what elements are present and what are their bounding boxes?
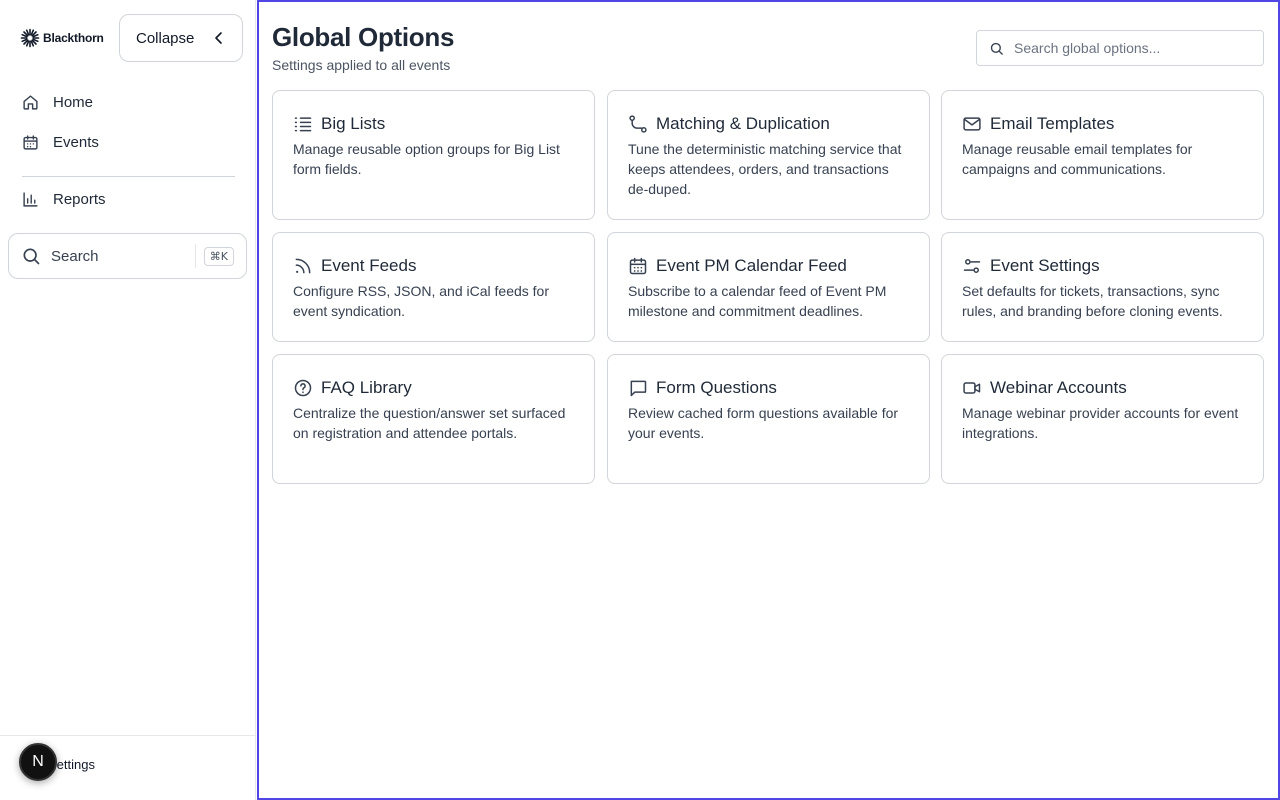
sidebar-search[interactable]: Search ⌘K xyxy=(8,233,247,279)
option-card-event-settings[interactable]: Event Settings Set defaults for tickets,… xyxy=(941,232,1264,342)
nav-item-reports[interactable]: Reports xyxy=(22,187,106,211)
option-card-form-questions[interactable]: Form Questions Review cached form questi… xyxy=(607,354,930,484)
brand-name: Blackthorn xyxy=(43,31,104,45)
option-card-webinar-accounts[interactable]: Webinar Accounts Manage webinar provider… xyxy=(941,354,1264,484)
page-title: Global Options xyxy=(272,22,455,52)
help-circle-icon xyxy=(294,379,312,397)
card-description: Configure RSS, JSON, and iCal feeds for … xyxy=(293,283,550,319)
card-description: Manage webinar provider accounts for eve… xyxy=(962,405,1239,441)
page-subtitle: Settings applied to all events xyxy=(272,57,451,73)
global-options-search[interactable] xyxy=(976,30,1264,66)
collapse-label: Collapse xyxy=(136,29,195,47)
search-shortcut-badge: ⌘K xyxy=(203,246,234,266)
search-icon xyxy=(990,42,1003,55)
route-icon xyxy=(629,115,647,133)
option-card-email-templates[interactable]: Email Templates Manage reusable email te… xyxy=(941,90,1264,220)
card-description: Manage reusable option groups for Big Li… xyxy=(293,141,560,177)
message-square-icon xyxy=(630,380,647,397)
list-icon xyxy=(294,117,312,132)
option-card-faq-library[interactable]: FAQ Library Centralize the question/answ… xyxy=(272,354,595,484)
card-title: Big Lists xyxy=(321,114,386,133)
calendar-grid-icon xyxy=(629,257,647,275)
card-title: Email Templates xyxy=(990,114,1115,133)
video-icon xyxy=(963,382,981,394)
sidebar-bottom-divider xyxy=(0,735,256,736)
mail-icon xyxy=(963,117,981,131)
card-title: FAQ Library xyxy=(321,378,412,397)
chevron-left-icon xyxy=(215,32,222,44)
blackthorn-logo-icon xyxy=(20,28,40,48)
sidebar: Blackthorn Collapse Home Events Reports … xyxy=(0,0,256,800)
nav-label-reports: Reports xyxy=(53,190,106,208)
card-description: Subscribe to a calendar feed of Event PM… xyxy=(628,283,887,319)
card-title: Event PM Calendar Feed xyxy=(656,256,847,275)
nav-label-events: Events xyxy=(53,133,99,151)
brand-logo[interactable]: Blackthorn xyxy=(20,28,104,48)
option-card-event-pm-calendar-feed[interactable]: Event PM Calendar Feed Subscribe to a ca… xyxy=(607,232,930,342)
card-title: Form Questions xyxy=(656,378,777,397)
sliders-icon xyxy=(963,259,981,273)
sidebar-search-placeholder: Search xyxy=(51,244,196,268)
card-title: Webinar Accounts xyxy=(990,378,1127,397)
nav-divider xyxy=(22,176,235,177)
calendar-icon xyxy=(23,134,38,150)
card-description: Set defaults for tickets, transactions, … xyxy=(962,283,1223,319)
card-title: Event Feeds xyxy=(321,256,417,275)
card-description: Manage reusable email templates for camp… xyxy=(962,141,1193,177)
option-card-event-feeds[interactable]: Event Feeds Configure RSS, JSON, and iCa… xyxy=(272,232,595,342)
search-icon xyxy=(23,248,40,265)
card-title: Event Settings xyxy=(990,256,1100,275)
collapse-button[interactable]: Collapse xyxy=(119,14,243,62)
home-icon xyxy=(23,94,38,110)
card-description: Centralize the question/answer set surfa… xyxy=(293,405,566,441)
card-title: Matching & Duplication xyxy=(656,114,830,133)
global-options-search-input[interactable] xyxy=(1014,40,1251,56)
nav-item-home[interactable]: Home xyxy=(22,90,93,114)
nav-label-home: Home xyxy=(53,93,94,111)
card-description: Tune the deterministic matching service … xyxy=(628,141,902,197)
card-description: Review cached form questions available f… xyxy=(628,405,899,441)
rss-icon xyxy=(295,258,311,274)
option-card-big-lists[interactable]: Big Lists Manage reusable option groups … xyxy=(272,90,595,220)
bar-chart-icon xyxy=(23,191,38,207)
main-content: Global Options Settings applied to all e… xyxy=(257,0,1280,800)
nav-item-events[interactable]: Events xyxy=(22,130,99,154)
avatar[interactable]: N xyxy=(19,743,57,781)
option-card-matching-duplication[interactable]: Matching & Duplication Tune the determin… xyxy=(607,90,930,220)
